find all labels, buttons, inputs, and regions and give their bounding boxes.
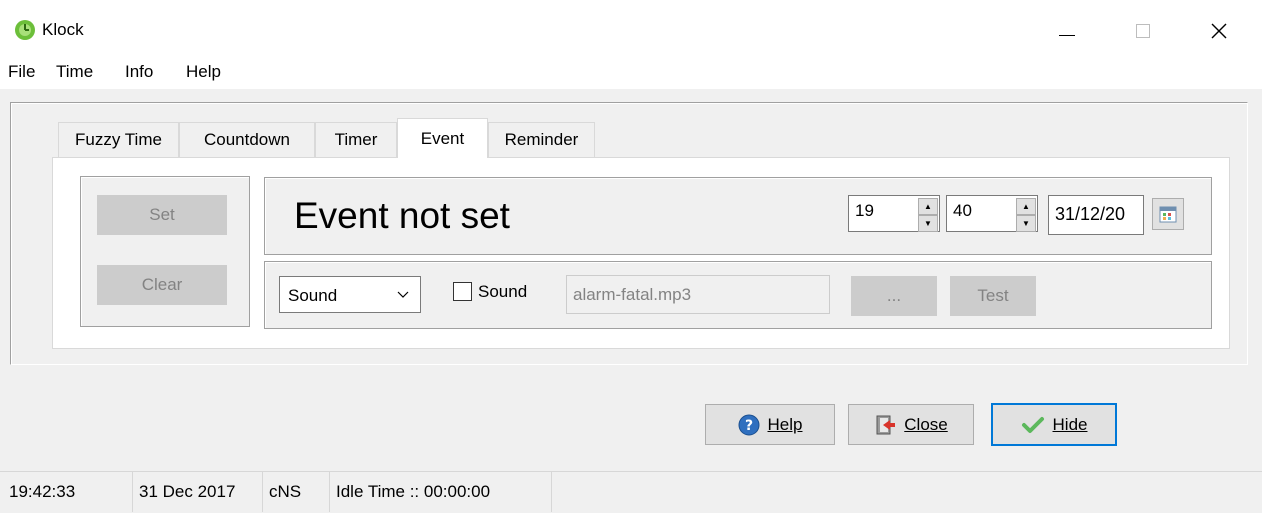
date-value: 31/12/20 bbox=[1055, 204, 1126, 224]
tab-reminder[interactable]: Reminder bbox=[488, 122, 595, 157]
minute-spin-arrows: ▲ ▼ bbox=[1016, 198, 1036, 232]
status-time: 19:42:33 bbox=[0, 472, 133, 512]
hour-spinbox[interactable]: 19 ▲ ▼ bbox=[848, 195, 940, 232]
klock-app-icon bbox=[15, 20, 35, 40]
hide-button-label: Hide bbox=[1052, 414, 1088, 434]
hide-button[interactable]: Hide bbox=[991, 403, 1117, 446]
exit-door-icon bbox=[876, 415, 896, 434]
status-mode: cNS bbox=[263, 472, 330, 512]
hour-spin-arrows: ▲ ▼ bbox=[918, 198, 938, 232]
close-window-button[interactable] bbox=[1196, 12, 1242, 50]
sound-type-value: Sound bbox=[288, 286, 338, 305]
minute-down-arrow-icon[interactable]: ▼ bbox=[1016, 215, 1036, 232]
hour-value: 19 bbox=[855, 201, 874, 220]
set-button[interactable]: Set bbox=[97, 195, 227, 235]
svg-text:?: ? bbox=[744, 418, 752, 434]
sound-file-value: alarm-fatal.mp3 bbox=[573, 285, 692, 304]
menu-info[interactable]: Info bbox=[125, 62, 153, 82]
close-icon bbox=[1211, 23, 1227, 39]
close-button-label: Close bbox=[904, 414, 948, 434]
tab-fuzzy-time[interactable]: Fuzzy Time bbox=[58, 122, 179, 157]
minute-value: 40 bbox=[953, 201, 972, 220]
checkmark-icon bbox=[1021, 416, 1044, 433]
hour-up-arrow-icon[interactable]: ▲ bbox=[918, 198, 938, 215]
help-icon: ? bbox=[738, 414, 760, 435]
window-title: Klock bbox=[42, 20, 84, 39]
tab-countdown[interactable]: Countdown bbox=[179, 122, 315, 157]
minute-up-arrow-icon[interactable]: ▲ bbox=[1016, 198, 1036, 215]
calendar-icon bbox=[1159, 206, 1177, 223]
sound-file-field[interactable]: alarm-fatal.mp3 bbox=[566, 275, 830, 314]
browse-sound-button[interactable]: ... bbox=[851, 276, 937, 316]
clear-button[interactable]: Clear bbox=[97, 265, 227, 305]
chevron-down-icon bbox=[397, 291, 409, 298]
close-button[interactable]: Close bbox=[848, 404, 974, 445]
hour-down-arrow-icon[interactable]: ▼ bbox=[918, 215, 938, 232]
date-field[interactable]: 31/12/20 bbox=[1048, 195, 1144, 235]
minute-spinbox[interactable]: 40 ▲ ▼ bbox=[946, 195, 1038, 232]
event-status-text: Event not set bbox=[294, 195, 510, 236]
tab-event[interactable]: Event bbox=[397, 118, 488, 158]
tab-timer[interactable]: Timer bbox=[315, 122, 397, 157]
status-idle-time: Idle Time :: 00:00:00 bbox=[330, 472, 552, 512]
menu-time[interactable]: Time bbox=[56, 62, 93, 82]
help-button-label: Help bbox=[767, 414, 803, 434]
minimize-button[interactable] bbox=[1044, 12, 1090, 50]
sound-type-select[interactable]: Sound bbox=[279, 276, 421, 313]
maximize-button[interactable] bbox=[1120, 12, 1166, 50]
menu-help[interactable]: Help bbox=[186, 62, 221, 82]
status-date: 31 Dec 2017 bbox=[133, 472, 263, 512]
maximize-icon bbox=[1136, 24, 1150, 38]
minimize-icon bbox=[1059, 34, 1075, 36]
help-button[interactable]: ? Help bbox=[705, 404, 835, 445]
calendar-button[interactable] bbox=[1152, 198, 1184, 230]
sound-checkbox-label[interactable]: Sound bbox=[478, 282, 527, 302]
sound-checkbox[interactable] bbox=[453, 282, 472, 301]
menu-file[interactable]: File bbox=[8, 62, 35, 82]
test-sound-button[interactable]: Test bbox=[950, 276, 1036, 316]
